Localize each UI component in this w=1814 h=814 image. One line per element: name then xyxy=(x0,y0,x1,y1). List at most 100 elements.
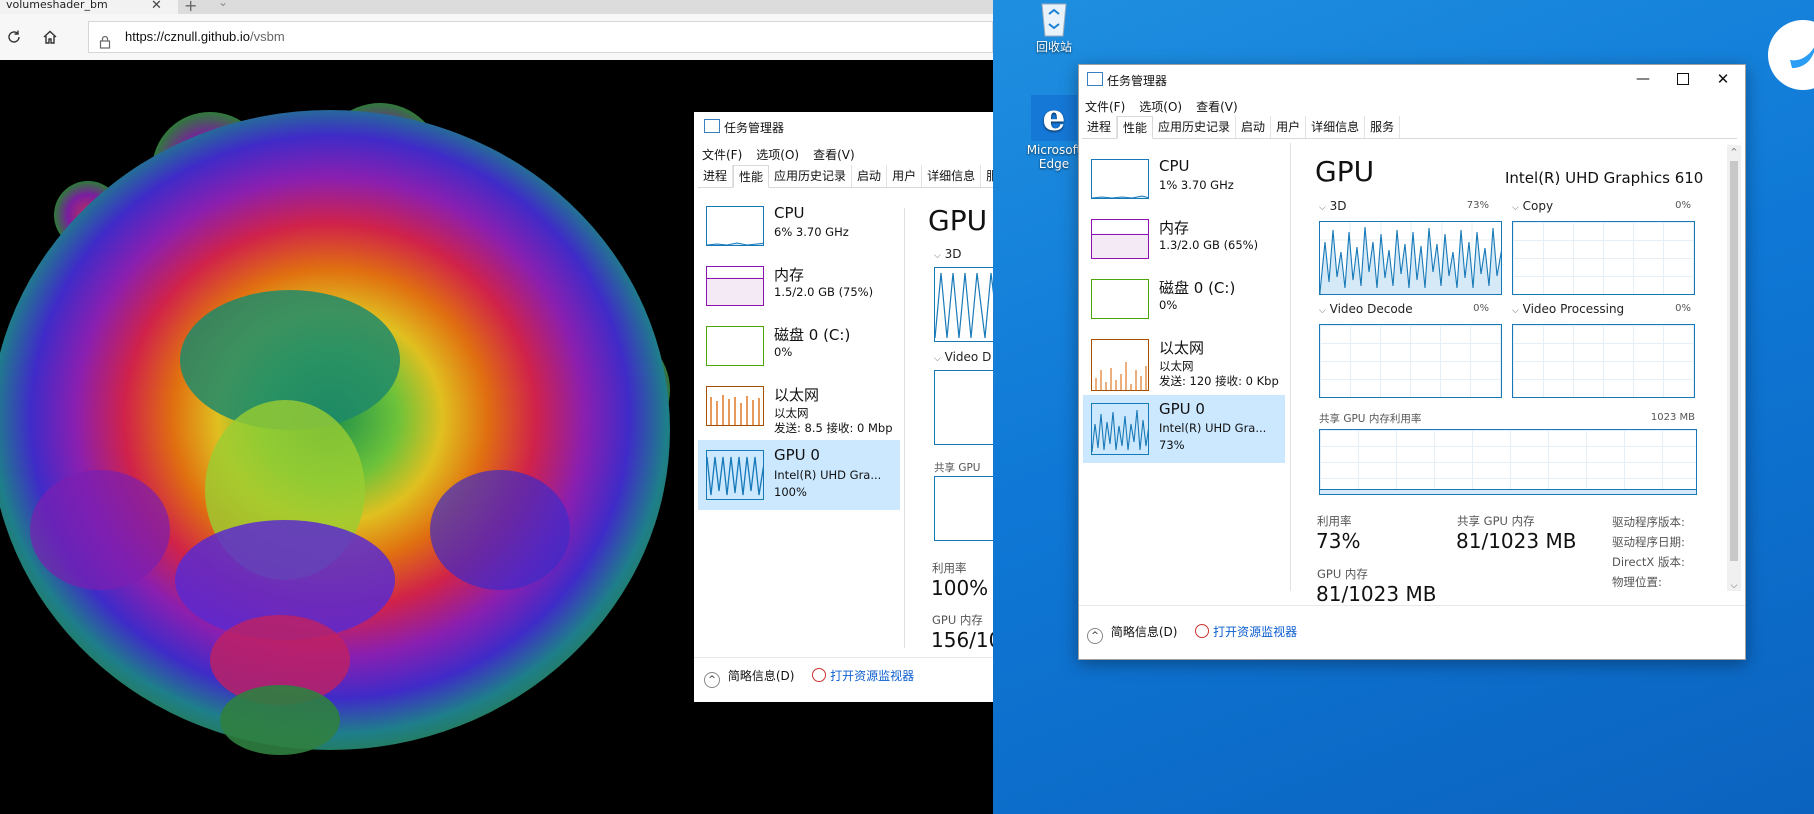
tab-menu-icon[interactable]: ⌄ xyxy=(218,0,228,9)
disk-thumbnail xyxy=(1091,279,1149,319)
tab-details[interactable]: 详细信息 xyxy=(1306,116,1366,138)
gpu-adapter-name: Intel(R) UHD Graphics 610 xyxy=(1505,169,1704,187)
graph-video-decode xyxy=(1319,324,1502,398)
menu-view[interactable]: 查看(V) xyxy=(813,148,855,162)
sidebar-item-gpu[interactable]: GPU 0 Intel(R) UHD Gra... 73% xyxy=(1083,395,1285,463)
tab-app-history[interactable]: 应用历史记录 xyxy=(769,165,853,187)
sidebar-item-disk[interactable]: 磁盘 0 (C:) 0% xyxy=(698,320,900,376)
chevron-down-icon[interactable]: ⌵ xyxy=(1512,203,1519,213)
home-icon[interactable] xyxy=(36,23,64,51)
menu-options[interactable]: 选项(O) xyxy=(1139,100,1182,114)
scroll-thumb[interactable] xyxy=(1730,161,1738,561)
sidebar-item-gpu[interactable]: GPU 0 Intel(R) UHD Gra... 100% xyxy=(698,440,900,510)
sidebar-item-speed: 发送: 120 接收: 0 Kbp xyxy=(1159,374,1279,388)
shared-memory-fill xyxy=(1320,489,1696,494)
tab-startup[interactable]: 启动 xyxy=(1236,116,1272,138)
resource-monitor-icon xyxy=(1195,624,1210,638)
scroll-down-icon[interactable]: ⌵ xyxy=(1727,581,1741,591)
address-toolbar: https://cznull.github.io/vsbm xyxy=(0,14,993,61)
main-title: GPU xyxy=(928,204,988,237)
engine-label-3d: ⌵ 3D xyxy=(1319,199,1347,213)
tab-performance[interactable]: 性能 xyxy=(1117,116,1154,139)
fewer-details-link[interactable]: 简略信息(D) xyxy=(1111,625,1178,639)
sidebar-item-memory[interactable]: 内存 1.5/2.0 GB (75%) xyxy=(698,260,900,316)
engine-label-3d: ⌵ 3D xyxy=(934,247,962,261)
tab-users[interactable]: 用户 xyxy=(1271,116,1307,138)
chevron-down-icon[interactable]: ⌵ xyxy=(934,354,941,364)
perf-sidebar: CPU 1% 3.70 GHz 内存 1.3/2.0 GB (65%) 磁盘 0… xyxy=(1079,153,1289,563)
graph-shared-gpu xyxy=(934,476,993,541)
sidebar-item-detail: 0% xyxy=(1159,298,1178,312)
new-tab-button[interactable]: + xyxy=(184,0,197,15)
menu-file[interactable]: 文件(F) xyxy=(1085,100,1125,114)
engine-label-video: ⌵ Video D xyxy=(934,350,992,364)
tab-bar: 进程 性能 应用历史记录 启动 用户 详细信息 服务 xyxy=(698,165,993,188)
tab-services[interactable]: 服务 xyxy=(1365,116,1401,138)
sidebar-item-cpu[interactable]: CPU 6% 3.70 GHz xyxy=(698,200,900,256)
menu-file[interactable]: 文件(F) xyxy=(702,148,742,162)
tab-processes[interactable]: 进程 xyxy=(698,165,734,187)
menu-view[interactable]: 查看(V) xyxy=(1196,100,1238,114)
sidebar-item-name: CPU xyxy=(774,204,805,222)
menu-options[interactable]: 选项(O) xyxy=(756,148,799,162)
sidebar-item-ethernet[interactable]: 以太网 以太网 发送: 120 接收: 0 Kbp xyxy=(1083,333,1285,391)
util-value: 73% xyxy=(1316,529,1361,553)
minimize-icon[interactable]: — xyxy=(1623,65,1663,93)
engine-pct-3d: 73% xyxy=(1466,200,1489,211)
sidebar-item-memory[interactable]: 内存 1.3/2.0 GB (65%) xyxy=(1083,213,1285,269)
fewer-details-link[interactable]: 简略信息(D) xyxy=(728,669,795,683)
tab-close-icon[interactable]: ✕ xyxy=(151,0,162,13)
graph-3d-plot xyxy=(935,272,993,339)
sidebar-item-cpu[interactable]: CPU 1% 3.70 GHz xyxy=(1083,153,1285,209)
sidebar-item-name: CPU xyxy=(1159,157,1190,175)
tab-users[interactable]: 用户 xyxy=(887,165,923,187)
sidebar-item-disk[interactable]: 磁盘 0 (C:) 0% xyxy=(1083,273,1285,329)
vertical-scrollbar[interactable]: ^ ⌵ xyxy=(1727,145,1741,591)
chevron-down-icon[interactable]: ⌵ xyxy=(1319,203,1326,213)
tab-performance[interactable]: 性能 xyxy=(733,165,770,188)
gpu-memory-label: GPU 内存 xyxy=(932,613,983,627)
url-input[interactable]: https://cznull.github.io/vsbm xyxy=(88,21,993,53)
open-resource-monitor-link[interactable]: 打开资源监视器 xyxy=(830,669,914,683)
collapse-up-icon[interactable]: ^ xyxy=(704,672,720,688)
graph-copy xyxy=(1512,221,1695,295)
sidebar-divider xyxy=(1290,143,1291,591)
gpu-thumbnail xyxy=(706,450,764,500)
maximize-icon[interactable] xyxy=(1663,65,1703,93)
sidebar-item-name: 内存 xyxy=(1159,219,1190,237)
edge-icon: e xyxy=(1031,95,1077,141)
tab-details[interactable]: 详细信息 xyxy=(922,165,982,187)
sidebar-item-ethernet[interactable]: 以太网 以太网 发送: 8.5 接收: 0 Mbp xyxy=(698,380,900,436)
sidebar-item-detail: 1.3/2.0 GB (65%) xyxy=(1159,238,1259,252)
open-resource-monitor-link[interactable]: 打开资源监视器 xyxy=(1213,625,1297,639)
tab-processes[interactable]: 进程 xyxy=(1082,116,1118,138)
collapse-up-icon[interactable]: ^ xyxy=(1087,628,1103,644)
graph-3d-plot xyxy=(1320,222,1501,294)
tab-title: volumeshader_bm xyxy=(6,0,108,11)
floating-app-icon[interactable] xyxy=(1768,20,1814,90)
menu-bar: 文件(F) 选项(O) 查看(V) xyxy=(702,144,869,163)
recycle-bin-shortcut[interactable]: 回收站 xyxy=(1014,0,1094,55)
url-path: /vsbm xyxy=(250,29,285,44)
tab-services[interactable]: 服务 xyxy=(981,165,993,187)
chevron-down-icon[interactable]: ⌵ xyxy=(1319,306,1326,316)
util-value: 100% xyxy=(931,576,989,600)
scroll-up-icon[interactable]: ^ xyxy=(1727,145,1741,159)
util-label: 利用率 xyxy=(932,561,967,575)
gpu-mini-graph xyxy=(707,456,763,496)
task-manager-icon xyxy=(704,119,720,133)
close-icon[interactable]: ✕ xyxy=(1703,65,1743,93)
chevron-down-icon[interactable]: ⌵ xyxy=(934,251,941,261)
tab-startup[interactable]: 启动 xyxy=(852,165,888,187)
engine-label-video-decode: ⌵ Video Decode xyxy=(1319,302,1413,316)
ethernet-thumbnail xyxy=(706,386,764,426)
chevron-down-icon[interactable]: ⌵ xyxy=(1512,306,1519,316)
sidebar-item-detail: 以太网 xyxy=(1159,359,1194,373)
graph-video-processing xyxy=(1512,324,1695,398)
task-manager-window: 任务管理器 — ✕ 文件(F) 选项(O) 查看(V) 进程 性能 应用历史记录 启… xyxy=(1078,64,1746,660)
tab-app-history[interactable]: 应用历史记录 xyxy=(1153,116,1237,138)
tab-strip: volumeshader_bm ✕ + ⌄ xyxy=(0,0,993,15)
disk-thumbnail xyxy=(706,326,764,366)
refresh-icon[interactable] xyxy=(0,23,28,51)
sidebar-item-name: 内存 xyxy=(774,266,805,284)
